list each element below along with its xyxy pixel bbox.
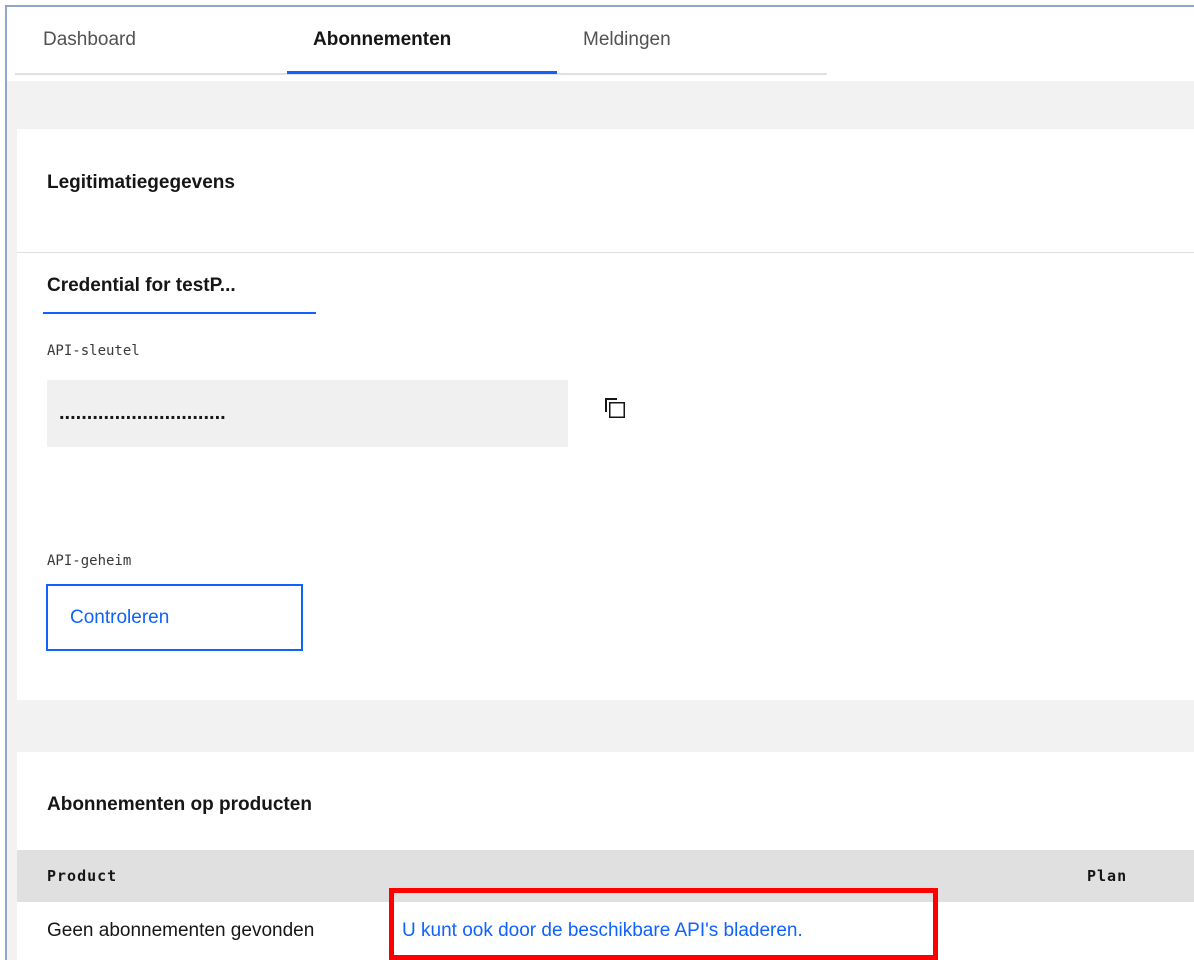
empty-state-text: Geen abonnementen gevonden: [47, 920, 315, 941]
tab-meldingen[interactable]: Meldingen: [583, 29, 671, 51]
verify-button[interactable]: Controleren: [46, 584, 303, 651]
credentials-card: Legitimatiegegevens Credential for testP…: [17, 129, 1194, 700]
credentials-title: Legitimatiegegevens: [47, 172, 235, 193]
credential-panel: Credential for testP... API-sleutel ....…: [17, 253, 1194, 700]
api-key-field[interactable]: ..............................: [47, 380, 568, 447]
api-key-label: API-sleutel: [47, 343, 140, 359]
api-secret-label: API-geheim: [47, 553, 132, 569]
credential-tab-indicator: [43, 312, 316, 314]
tab-dashboard[interactable]: Dashboard: [43, 29, 136, 51]
column-header-product: Product: [47, 867, 118, 885]
tab-bar: Dashboard Abonnementen Meldingen: [7, 7, 1194, 81]
subscriptions-title: Abonnementen op producten: [47, 794, 312, 815]
highlight-annotation: [389, 888, 938, 960]
tab-abonnementen[interactable]: Abonnementen: [313, 29, 451, 51]
tab-active-indicator: [287, 71, 557, 74]
column-header-plan: Plan: [1087, 867, 1128, 885]
app-frame: Dashboard Abonnementen Meldingen Legitim…: [5, 5, 1194, 960]
copy-icon[interactable]: [601, 396, 627, 422]
subscriptions-card: Abonnementen op producten Product Plan G…: [17, 752, 1194, 960]
credential-tab[interactable]: Credential for testP...: [47, 275, 236, 297]
